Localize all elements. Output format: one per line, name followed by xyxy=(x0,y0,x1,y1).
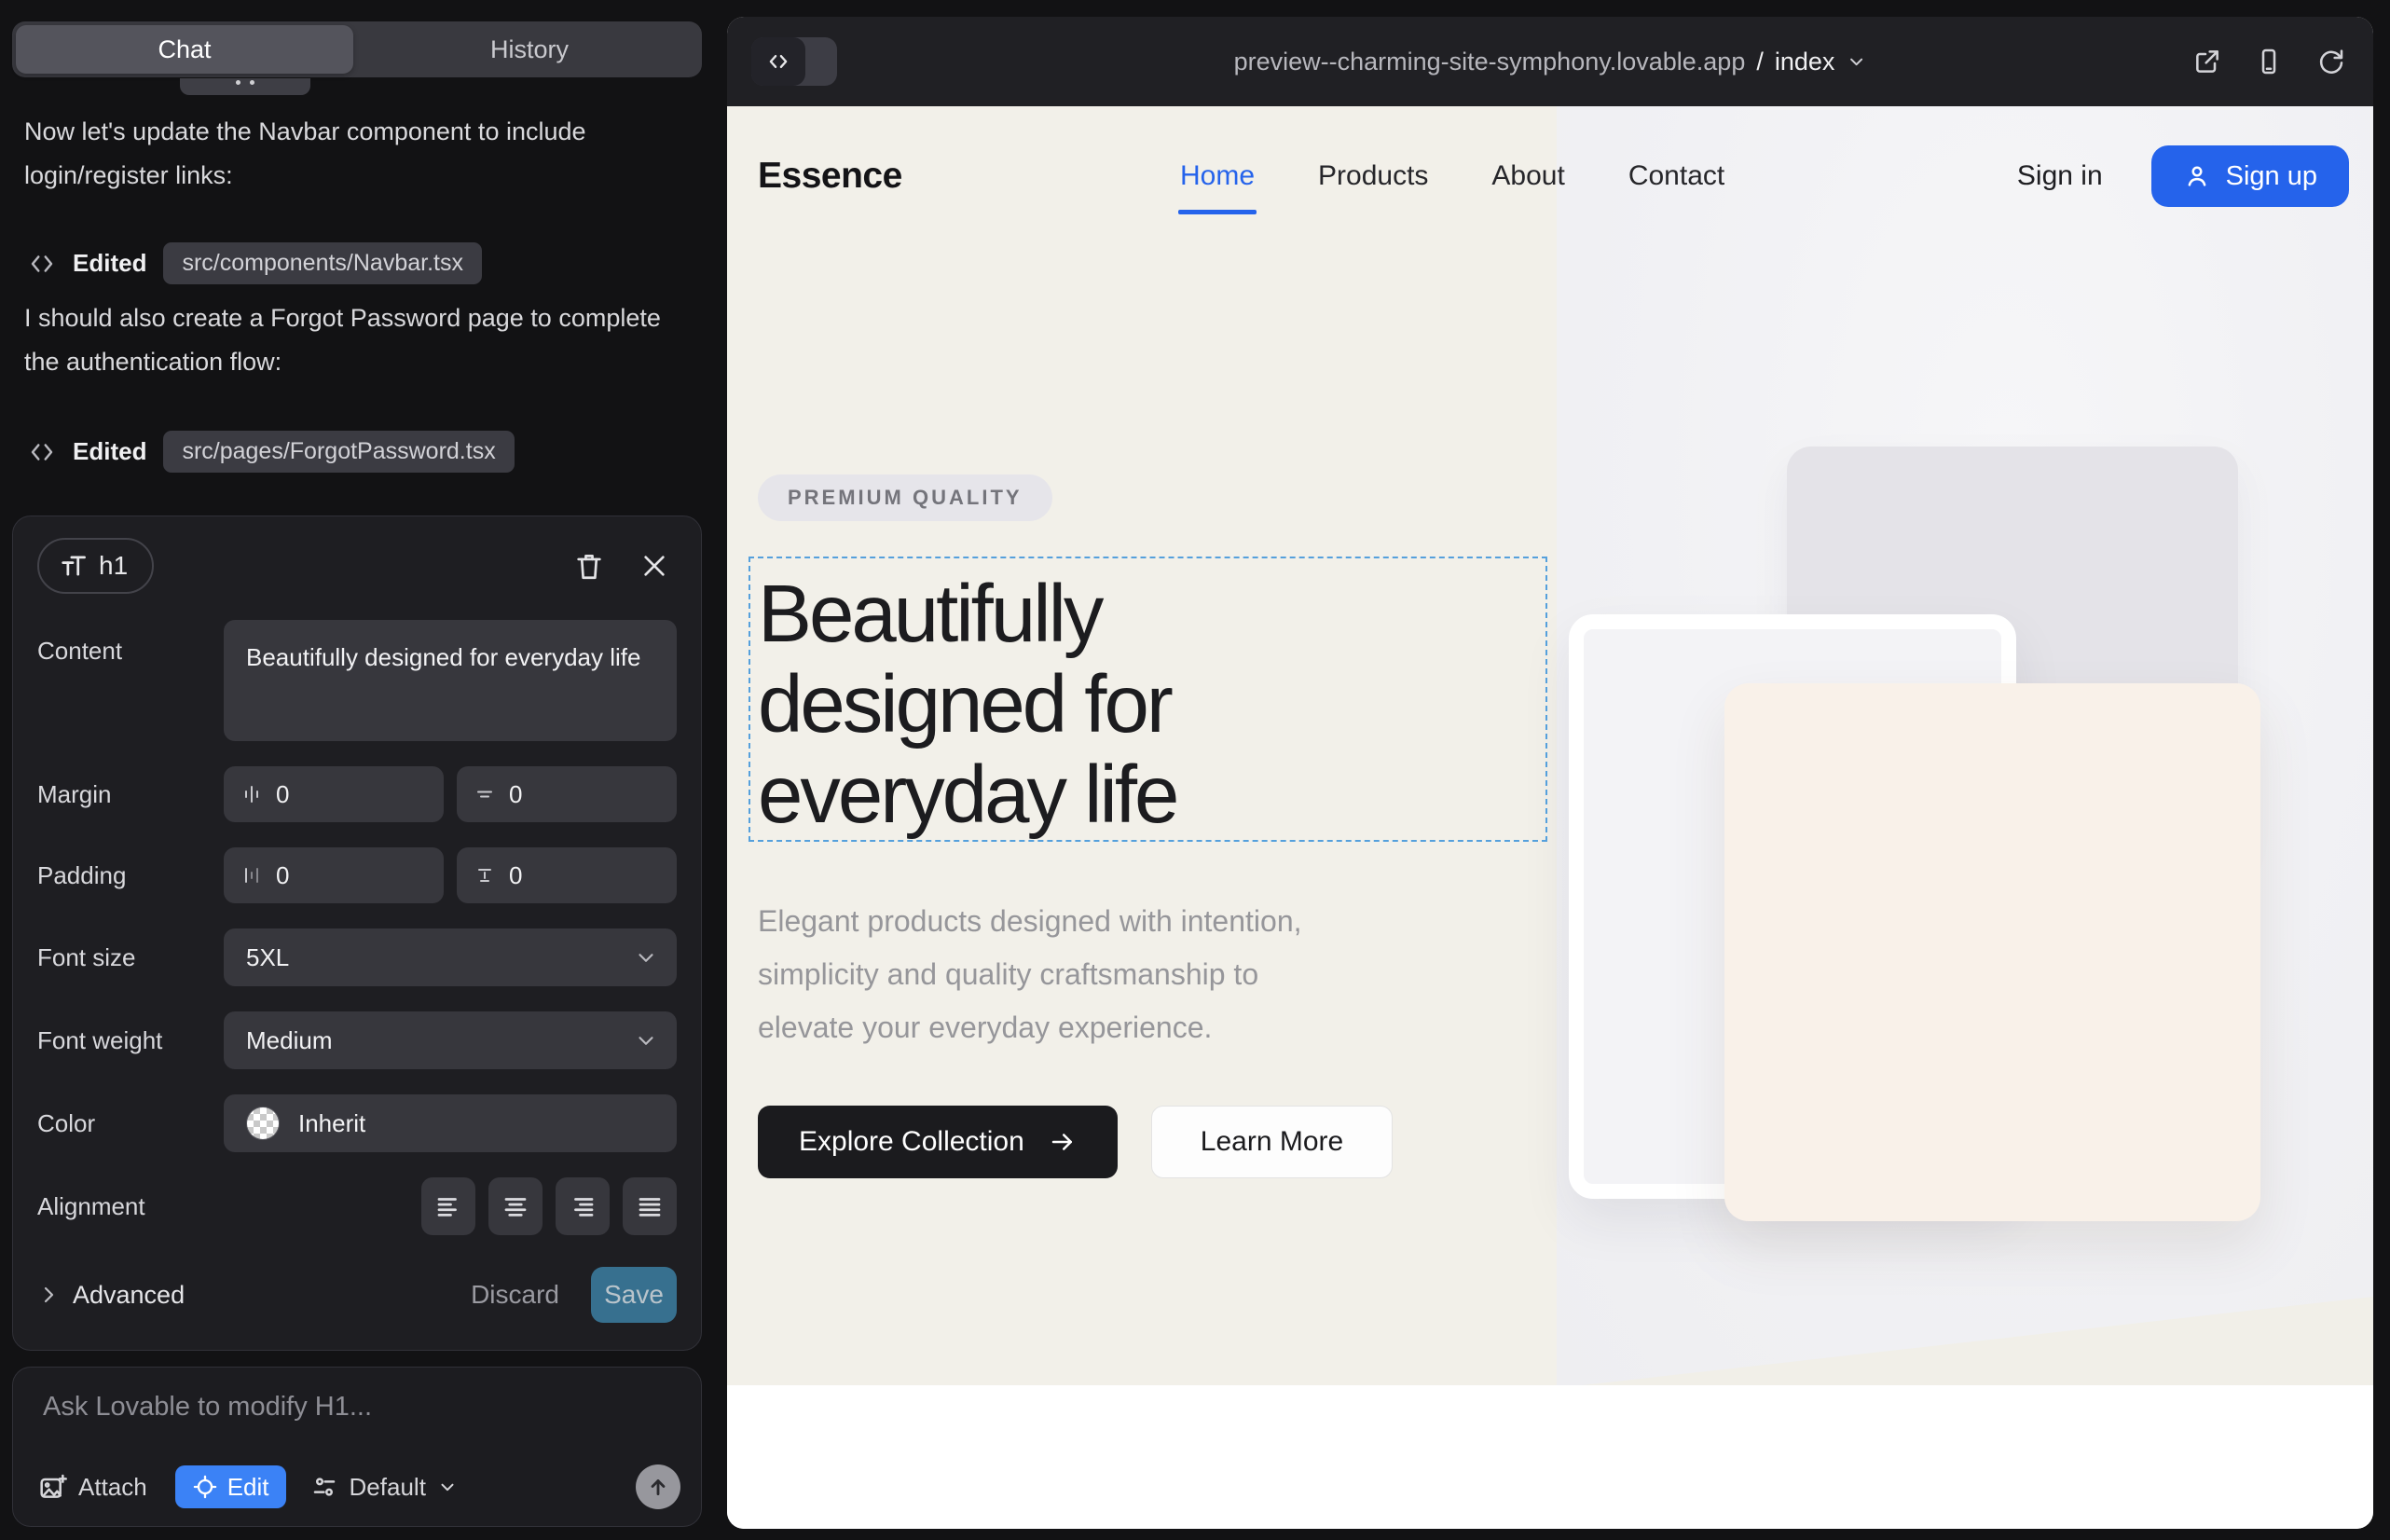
chevron-down-icon xyxy=(634,945,658,969)
clipped-scrolled-chip xyxy=(180,78,310,95)
padding-horizontal-icon xyxy=(240,864,263,887)
margin-label: Margin xyxy=(37,780,224,809)
edited-label: Edited xyxy=(73,249,146,278)
decorative-card-cream xyxy=(1724,683,2260,1221)
arrow-right-icon xyxy=(1049,1128,1077,1156)
color-label: Color xyxy=(37,1109,224,1138)
align-right-button[interactable] xyxy=(556,1177,610,1235)
sliders-icon xyxy=(310,1473,338,1501)
delete-element-button[interactable] xyxy=(567,543,611,588)
align-center-button[interactable] xyxy=(488,1177,543,1235)
code-icon xyxy=(751,37,805,86)
prompt-placeholder[interactable]: Ask Lovable to modify H1... xyxy=(43,1392,677,1423)
target-icon xyxy=(192,1474,218,1500)
save-button[interactable]: Save xyxy=(591,1267,677,1323)
edited-file-row: Edited src/components/Navbar.tsx xyxy=(28,242,482,284)
content-label: Content xyxy=(37,637,224,666)
nav-link-home[interactable]: Home xyxy=(1180,160,1255,192)
code-icon xyxy=(28,250,56,278)
url-separator: / xyxy=(1756,48,1764,76)
url-host: preview--charming-site-symphony.lovable.… xyxy=(1234,48,1746,76)
url-page: index xyxy=(1775,48,1835,76)
edited-label: Edited xyxy=(73,437,146,466)
close-editor-button[interactable] xyxy=(632,543,677,588)
preview-url[interactable]: preview--charming-site-symphony.lovable.… xyxy=(1234,48,1867,76)
margin-y-input[interactable]: 0 xyxy=(457,766,677,822)
learn-more-button[interactable]: Learn More xyxy=(1151,1106,1393,1178)
lovable-side-panel: Chat History Now let's update the Navbar… xyxy=(0,0,727,1540)
alignment-label: Alignment xyxy=(37,1192,224,1221)
chat-message: I should also create a Forgot Password p… xyxy=(24,296,686,384)
type-icon xyxy=(58,551,88,581)
send-button[interactable] xyxy=(636,1464,680,1509)
element-editor-panel: h1 Content Beautifully designed for ever… xyxy=(12,516,702,1351)
nav-link-contact[interactable]: Contact xyxy=(1628,160,1724,192)
font-size-label: Font size xyxy=(37,943,224,972)
attach-button[interactable]: Attach xyxy=(37,1472,147,1502)
padding-label: Padding xyxy=(37,861,224,890)
tag-label: h1 xyxy=(99,551,128,581)
site-navbar: Essence Home Products About Contact Sign… xyxy=(727,106,2373,246)
align-left-button[interactable] xyxy=(421,1177,475,1235)
preview-site: Essence Home Products About Contact Sign… xyxy=(727,106,2373,1529)
code-icon xyxy=(28,438,56,466)
selected-element-tag: h1 xyxy=(37,538,154,594)
preview-window: preview--charming-site-symphony.lovable.… xyxy=(727,17,2373,1529)
align-justify-button[interactable] xyxy=(623,1177,677,1235)
hero-paragraph: Elegant products designed with intention… xyxy=(758,895,1302,1054)
chevron-down-icon xyxy=(634,1028,658,1052)
chat-history-tabbar: Chat History xyxy=(12,21,702,77)
preview-chrome-bar: preview--charming-site-symphony.lovable.… xyxy=(727,17,2373,106)
file-chip[interactable]: src/pages/ForgotPassword.tsx xyxy=(163,431,514,473)
chevron-down-icon xyxy=(437,1477,458,1497)
explore-collection-button[interactable]: Explore Collection xyxy=(758,1106,1118,1178)
color-swatch xyxy=(246,1107,280,1140)
chevron-down-icon xyxy=(1846,51,1866,72)
refresh-icon[interactable] xyxy=(2315,47,2345,76)
tab-history[interactable]: History xyxy=(361,25,698,74)
chevron-right-icon xyxy=(37,1284,60,1306)
padding-y-input[interactable]: 0 xyxy=(457,847,677,903)
site-logo[interactable]: Essence xyxy=(758,156,902,197)
font-weight-select[interactable]: Medium xyxy=(224,1011,677,1069)
content-input[interactable]: Beautifully designed for everyday life xyxy=(224,620,677,741)
margin-vertical-icon xyxy=(474,783,496,805)
sign-up-button[interactable]: Sign up xyxy=(2151,145,2349,207)
code-view-toggle[interactable] xyxy=(751,37,837,86)
margin-horizontal-icon xyxy=(240,783,263,805)
chat-message: Now let's update the Navbar component to… xyxy=(24,110,686,198)
mode-select[interactable]: Default xyxy=(310,1473,458,1502)
sign-in-link[interactable]: Sign in xyxy=(2017,160,2103,192)
edited-file-row: Edited src/pages/ForgotPassword.tsx xyxy=(28,431,515,473)
tab-chat[interactable]: Chat xyxy=(16,25,353,74)
advanced-toggle[interactable]: Advanced xyxy=(37,1281,185,1310)
nav-link-products[interactable]: Products xyxy=(1318,160,1428,192)
discard-button[interactable]: Discard xyxy=(471,1280,559,1310)
hero-heading[interactable]: Beautifully designed for everyday life xyxy=(758,569,1176,840)
padding-x-input[interactable]: 0 xyxy=(224,847,444,903)
file-chip[interactable]: src/components/Navbar.tsx xyxy=(163,242,482,284)
nav-link-about[interactable]: About xyxy=(1491,160,1564,192)
font-weight-label: Font weight xyxy=(37,1026,224,1055)
premium-quality-badge: PREMIUM QUALITY xyxy=(758,474,1052,521)
user-icon xyxy=(2183,162,2211,190)
margin-x-input[interactable]: 0 xyxy=(224,766,444,822)
open-external-icon[interactable] xyxy=(2192,47,2222,76)
attach-image-icon xyxy=(37,1472,67,1502)
font-size-select[interactable]: 5XL xyxy=(224,928,677,986)
color-select[interactable]: Inherit xyxy=(224,1094,677,1152)
prompt-input-box[interactable]: Ask Lovable to modify H1... Attach Edit … xyxy=(12,1367,702,1527)
hero-section: Essence Home Products About Contact Sign… xyxy=(727,106,2373,1385)
edit-mode-chip[interactable]: Edit xyxy=(175,1465,286,1508)
mobile-view-icon[interactable] xyxy=(2254,47,2284,76)
padding-vertical-icon xyxy=(474,864,496,887)
